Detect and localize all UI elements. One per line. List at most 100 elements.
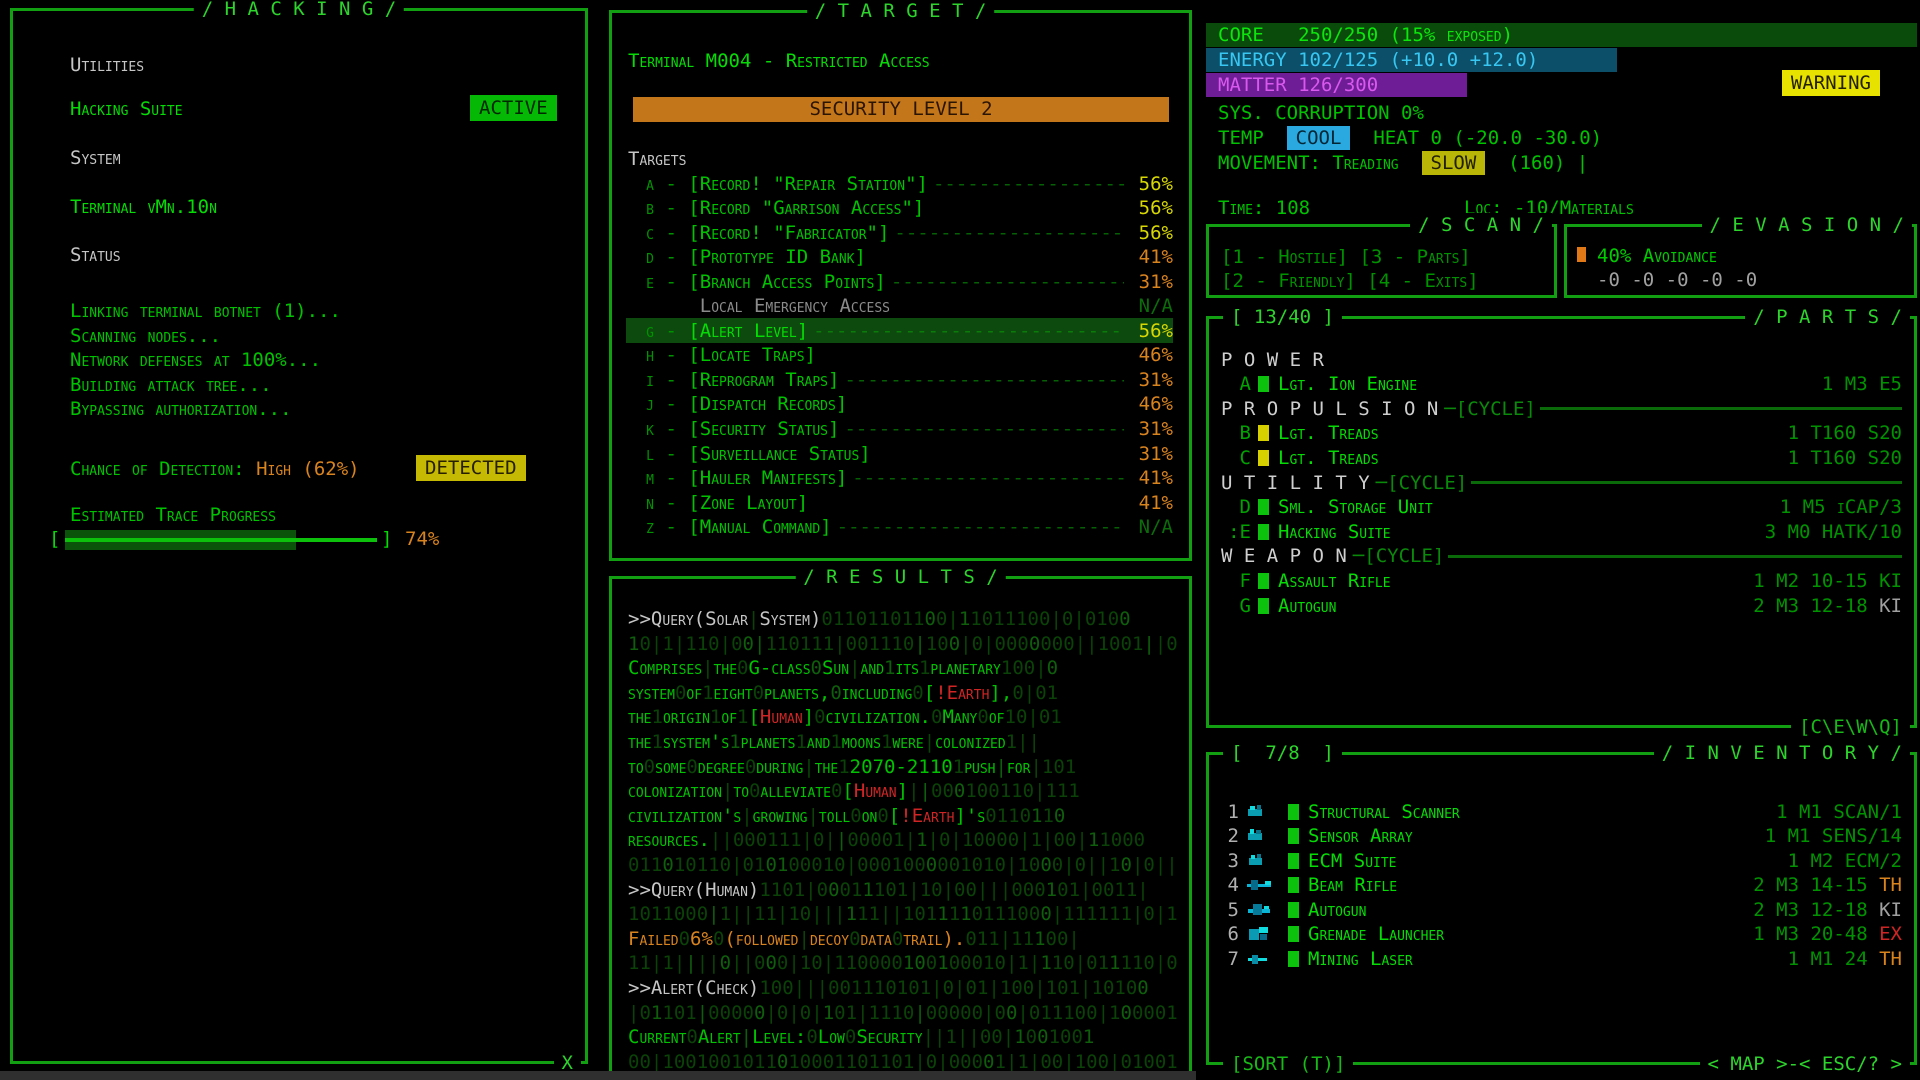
parts-item-row[interactable]: DSml. Storage Unit1 M5 iCAP/3 [1221, 495, 1902, 520]
results-text: p [964, 756, 972, 778]
results-text: > [639, 879, 650, 901]
inventory-item-row[interactable]: 3ECM Suite1 M2 ECM/2 [1221, 848, 1902, 873]
parts-item-row[interactable]: FAssault Rifle1 M2 10-15 KI [1221, 568, 1902, 593]
parts-item-stat: 1 M3 E5 [1822, 373, 1902, 395]
inventory-item-row[interactable]: 1Structural Scanner1 M1 SCAN/1 [1221, 799, 1902, 824]
binary-noise: 1 [1046, 977, 1057, 999]
binary-noise: 0 [845, 1026, 856, 1048]
parts-footer-hotkeys[interactable]: [C\E\W\Q] [1791, 715, 1910, 739]
target-row[interactable]: a - [Record! "Repair Station"]----------… [626, 171, 1173, 196]
parts-cycle-button[interactable]: ─[CYCLE] [1353, 544, 1445, 568]
scan-row-friendly-exits[interactable]: [2 - Friendly] [4 - Exits] [1221, 269, 1479, 293]
results-text: o [767, 928, 775, 950]
results-text: ) [810, 608, 821, 630]
binary-noise: 0 [1143, 903, 1154, 925]
target-row[interactable]: h - [Locate Traps]46% [626, 343, 1173, 368]
target-row[interactable]: d - [Prototype ID Bank]41% [626, 245, 1173, 270]
results-text: l [938, 657, 946, 679]
binary-noise: 1 [891, 854, 902, 876]
inventory-item-stat: TH [1879, 874, 1902, 896]
binary-noise: 0 [800, 903, 811, 925]
results-text: e [794, 608, 802, 630]
results-line: >>Query(Human)1101|00011101|10|00|||0001… [628, 878, 1184, 903]
target-row[interactable]: m - [Hauler Manifests]------------------… [626, 466, 1173, 491]
binary-noise: 0 [1062, 608, 1073, 630]
target-row[interactable]: i - [Reprogram Traps]-------------------… [626, 367, 1173, 392]
target-row[interactable]: g - [Alert Level]-----------------------… [626, 318, 1173, 343]
targets-label: Targets [628, 147, 686, 171]
inventory-item-row[interactable]: 6Grenade Launcher1 M3 20-48 EX [1221, 922, 1902, 947]
parts-item-row[interactable]: BLgt. Treads1 T160 S20 [1221, 421, 1902, 446]
target-row[interactable]: n - [Zone Layout]41% [626, 490, 1173, 515]
binary-noise: 0 [744, 829, 755, 851]
binary-noise: 0 [1120, 1002, 1131, 1024]
results-text: r [678, 977, 686, 999]
binary-noise: | [977, 879, 988, 901]
results-text: ] [989, 682, 1000, 704]
target-row[interactable]: b - [Record "Garrison Access"]56% [626, 196, 1173, 221]
trace-progress-label: Estimated Trace Progress [70, 503, 276, 527]
target-row[interactable]: l - [Surveillance Status]31% [626, 441, 1173, 466]
binary-noise: 0 [1111, 829, 1122, 851]
binary-noise: | [743, 952, 754, 974]
target-row[interactable]: c - [Record! "Fabricator"]--------------… [626, 220, 1173, 245]
results-text: 0 [861, 756, 872, 778]
target-row[interactable]: z - [Manual Command]--------------------… [626, 515, 1173, 540]
results-text: F [628, 928, 639, 950]
binary-noise: | [1166, 854, 1177, 876]
binary-noise: | [741, 1026, 752, 1048]
binary-noise: 0 [988, 780, 999, 802]
target-row[interactable]: j - [Dispatch Records]46% [626, 392, 1173, 417]
parts-item-row[interactable]: GAutogun2 M3 12-18 KI [1221, 593, 1902, 618]
target-row-name: [Security Status] [688, 417, 839, 441]
binary-noise: 1 [960, 903, 971, 925]
scan-row-hostile-parts[interactable]: [1 - Hostile] [3 - Parts] [1221, 245, 1471, 269]
binary-noise: 1 [1040, 1002, 1051, 1024]
parts-item-row[interactable]: ALgt. Ion Engine1 M3 E5 [1221, 372, 1902, 397]
map-esc-buttons[interactable]: < MAP >-< ESC/? > [1700, 1052, 1910, 1076]
parts-item-info: 1 T160 S20 [1788, 421, 1902, 445]
inventory-item-row[interactable]: 4Beam Rifle2 M3 14-15 TH [1221, 873, 1902, 898]
results-text: l [659, 805, 667, 827]
target-row-key: m [626, 466, 654, 490]
results-text: n [714, 780, 722, 802]
inventory-item-row[interactable]: 7Mining Laser1 M1 24 TH [1221, 946, 1902, 971]
target-row[interactable]: Local Emergency AccessN/A [626, 294, 1173, 319]
parts-item-name: Sml. Storage Unit [1278, 495, 1433, 519]
target-row[interactable]: k - [Security Status]-------------------… [626, 417, 1173, 442]
binary-noise: 1 [754, 1051, 765, 1073]
results-text: i [842, 682, 850, 704]
binary-noise: | [720, 633, 731, 655]
binary-noise: 0 [1029, 903, 1040, 925]
parts-cycle-button[interactable]: ─[CYCLE] [1444, 397, 1536, 421]
results-text: e [717, 1026, 725, 1048]
binary-noise: 0 [834, 1002, 845, 1024]
results-text: o [943, 731, 951, 753]
results-text: a [732, 879, 740, 901]
binary-noise: 0 [1017, 903, 1028, 925]
parts-item-row[interactable]: :EHacking Suite3 M0 HATK/10 [1221, 519, 1902, 544]
parts-item-row[interactable]: CLgt. Treads1 T160 S20 [1221, 445, 1902, 470]
inventory-item-info: 1 M1 SENS/14 [1765, 824, 1902, 848]
ecm-suite-icon [1246, 852, 1274, 870]
target-row[interactable]: e - [Branch Access Points]--------------… [626, 269, 1173, 294]
binary-noise: | [741, 805, 752, 827]
binary-noise: 1 [754, 854, 765, 876]
inventory-item-number: 1 [1221, 800, 1239, 824]
binary-noise: 0 [1052, 1051, 1063, 1073]
binary-noise: 1 [1126, 879, 1137, 901]
parts-cycle-button[interactable]: ─[CYCLE] [1376, 471, 1468, 495]
binary-noise: 0 [1039, 608, 1050, 630]
inventory-sort-button[interactable]: [SORT (T)] [1223, 1052, 1353, 1076]
inventory-item-row[interactable]: 2Sensor Array1 M1 SENS/14 [1221, 824, 1902, 849]
binary-noise: 0 [949, 952, 960, 974]
binary-noise: 1 [1109, 952, 1120, 974]
results-text: t [686, 977, 694, 999]
results-text: t [733, 1026, 741, 1048]
binary-noise: 0 [737, 657, 748, 679]
inventory-item-row[interactable]: 5Autogun2 M3 12-18 KI [1221, 897, 1902, 922]
inventory-item-name: Grenade Launcher [1308, 922, 1444, 946]
results-text: i [927, 928, 935, 950]
binary-noise: 0 [840, 879, 851, 901]
target-row-percent: 31% [1129, 442, 1173, 466]
